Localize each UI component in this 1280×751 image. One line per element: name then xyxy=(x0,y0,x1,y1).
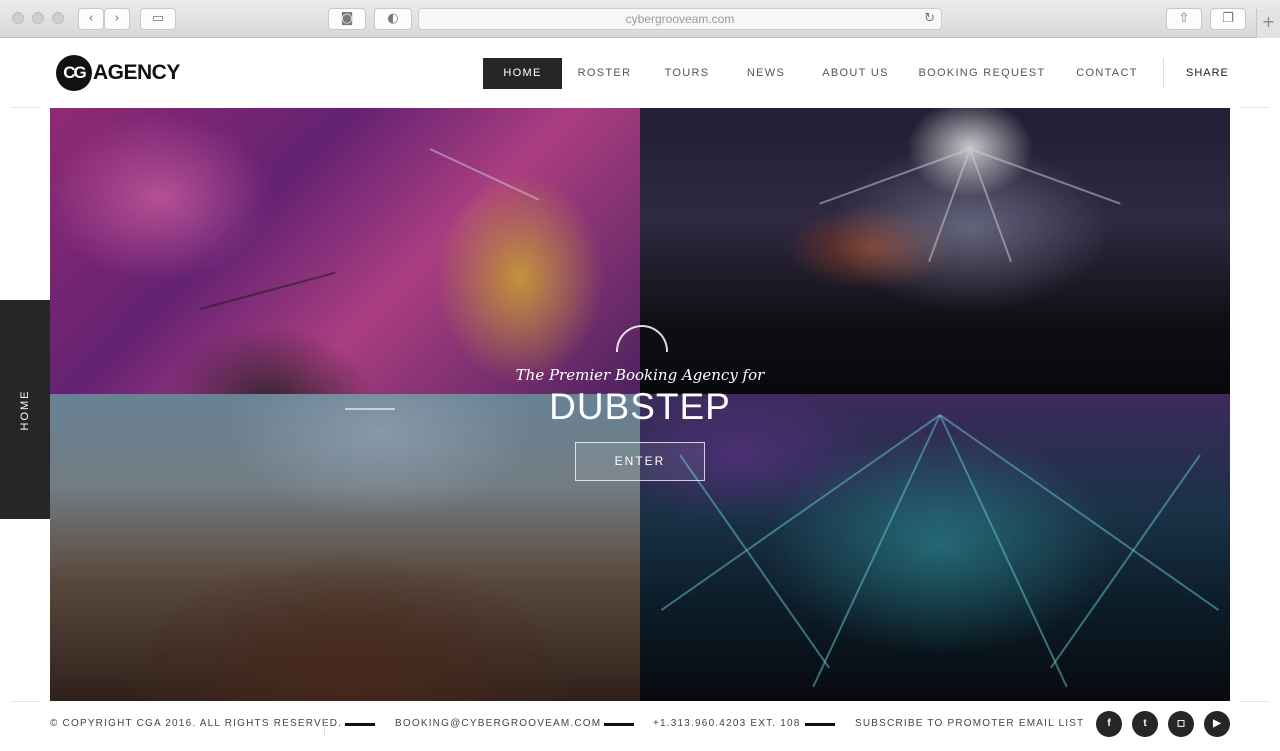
hero-divider xyxy=(345,408,395,410)
footer-dash xyxy=(345,723,375,726)
share-browser-icon[interactable]: ⇧ xyxy=(1166,8,1202,30)
browser-toolbar: ‹ › ▭ ◙ ◐ cybergrooveam.com ↻ ⇧ ❐ + xyxy=(0,0,1280,38)
hero-headline: DUBSTEP xyxy=(549,386,731,427)
reload-icon[interactable]: ↻ xyxy=(924,9,935,29)
footer-separator xyxy=(324,717,325,737)
close-window-icon[interactable] xyxy=(12,12,24,24)
url-text: cybergrooveam.com xyxy=(625,12,735,26)
nav-item-booking-request[interactable]: BOOKING REQUEST xyxy=(916,58,1048,89)
footer-rule-left xyxy=(10,701,40,702)
header-rule-left xyxy=(10,107,40,108)
youtube-icon[interactable]: ▶ xyxy=(1204,711,1230,737)
sidebar-icon[interactable]: ▭ xyxy=(140,8,176,30)
nav-item-news[interactable]: NEWS xyxy=(737,58,795,89)
enter-button[interactable]: ENTER xyxy=(575,442,705,481)
side-tab-label: HOME xyxy=(19,389,31,431)
nav-item-contact[interactable]: CONTACT xyxy=(1068,58,1146,89)
footer-email-link[interactable]: BOOKING@CYBERGROOVEAM.COM xyxy=(395,718,601,729)
privacy-extension-icon[interactable]: ◐ xyxy=(374,8,412,30)
share-button[interactable]: SHARE xyxy=(1186,58,1229,89)
twitter-icon[interactable]: t xyxy=(1132,711,1158,737)
instagram-icon[interactable]: ◻ xyxy=(1168,711,1194,737)
side-section-tab[interactable]: HOME xyxy=(0,300,50,519)
nav-item-tours[interactable]: TOURS xyxy=(657,58,717,89)
nav-divider xyxy=(1163,58,1164,88)
site-logo[interactable]: CG AGENCY xyxy=(56,55,180,91)
footer-phone[interactable]: +1.313.960.4203 EXT. 108 xyxy=(653,718,801,729)
footer-rule-right xyxy=(1240,701,1270,702)
hero-tagline: The Premier Booking Agency for xyxy=(515,366,765,384)
tabs-overview-icon[interactable]: ❐ xyxy=(1210,8,1246,30)
new-tab-icon[interactable]: + xyxy=(1256,9,1280,38)
nav-item-home[interactable]: HOME xyxy=(483,58,562,89)
back-icon[interactable]: ‹ xyxy=(78,8,104,30)
footer-subscribe-link[interactable]: SUBSCRIBE TO PROMOTER EMAIL LIST xyxy=(855,718,1084,729)
zoom-window-icon[interactable] xyxy=(52,12,64,24)
logo-mark: CG xyxy=(56,55,92,91)
forward-icon[interactable]: › xyxy=(104,8,130,30)
footer-dash xyxy=(604,723,634,726)
footer-dash xyxy=(805,723,835,726)
facebook-icon[interactable]: f xyxy=(1096,711,1122,737)
hero-section: The Premier Booking Agency for DUBSTEP E… xyxy=(50,108,1230,701)
reader-extension-icon[interactable]: ◙ xyxy=(328,8,366,30)
logo-wordmark: AGENCY xyxy=(93,61,180,84)
footer-copyright: © COPYRIGHT CGA 2016. ALL RIGHTS RESERVE… xyxy=(50,718,343,729)
nav-item-roster[interactable]: ROSTER xyxy=(572,58,637,89)
nav-item-about-us[interactable]: ABOUT US xyxy=(815,58,896,89)
address-bar[interactable]: cybergrooveam.com ↻ xyxy=(418,8,942,30)
minimize-window-icon[interactable] xyxy=(32,12,44,24)
header-rule-right xyxy=(1240,107,1270,108)
